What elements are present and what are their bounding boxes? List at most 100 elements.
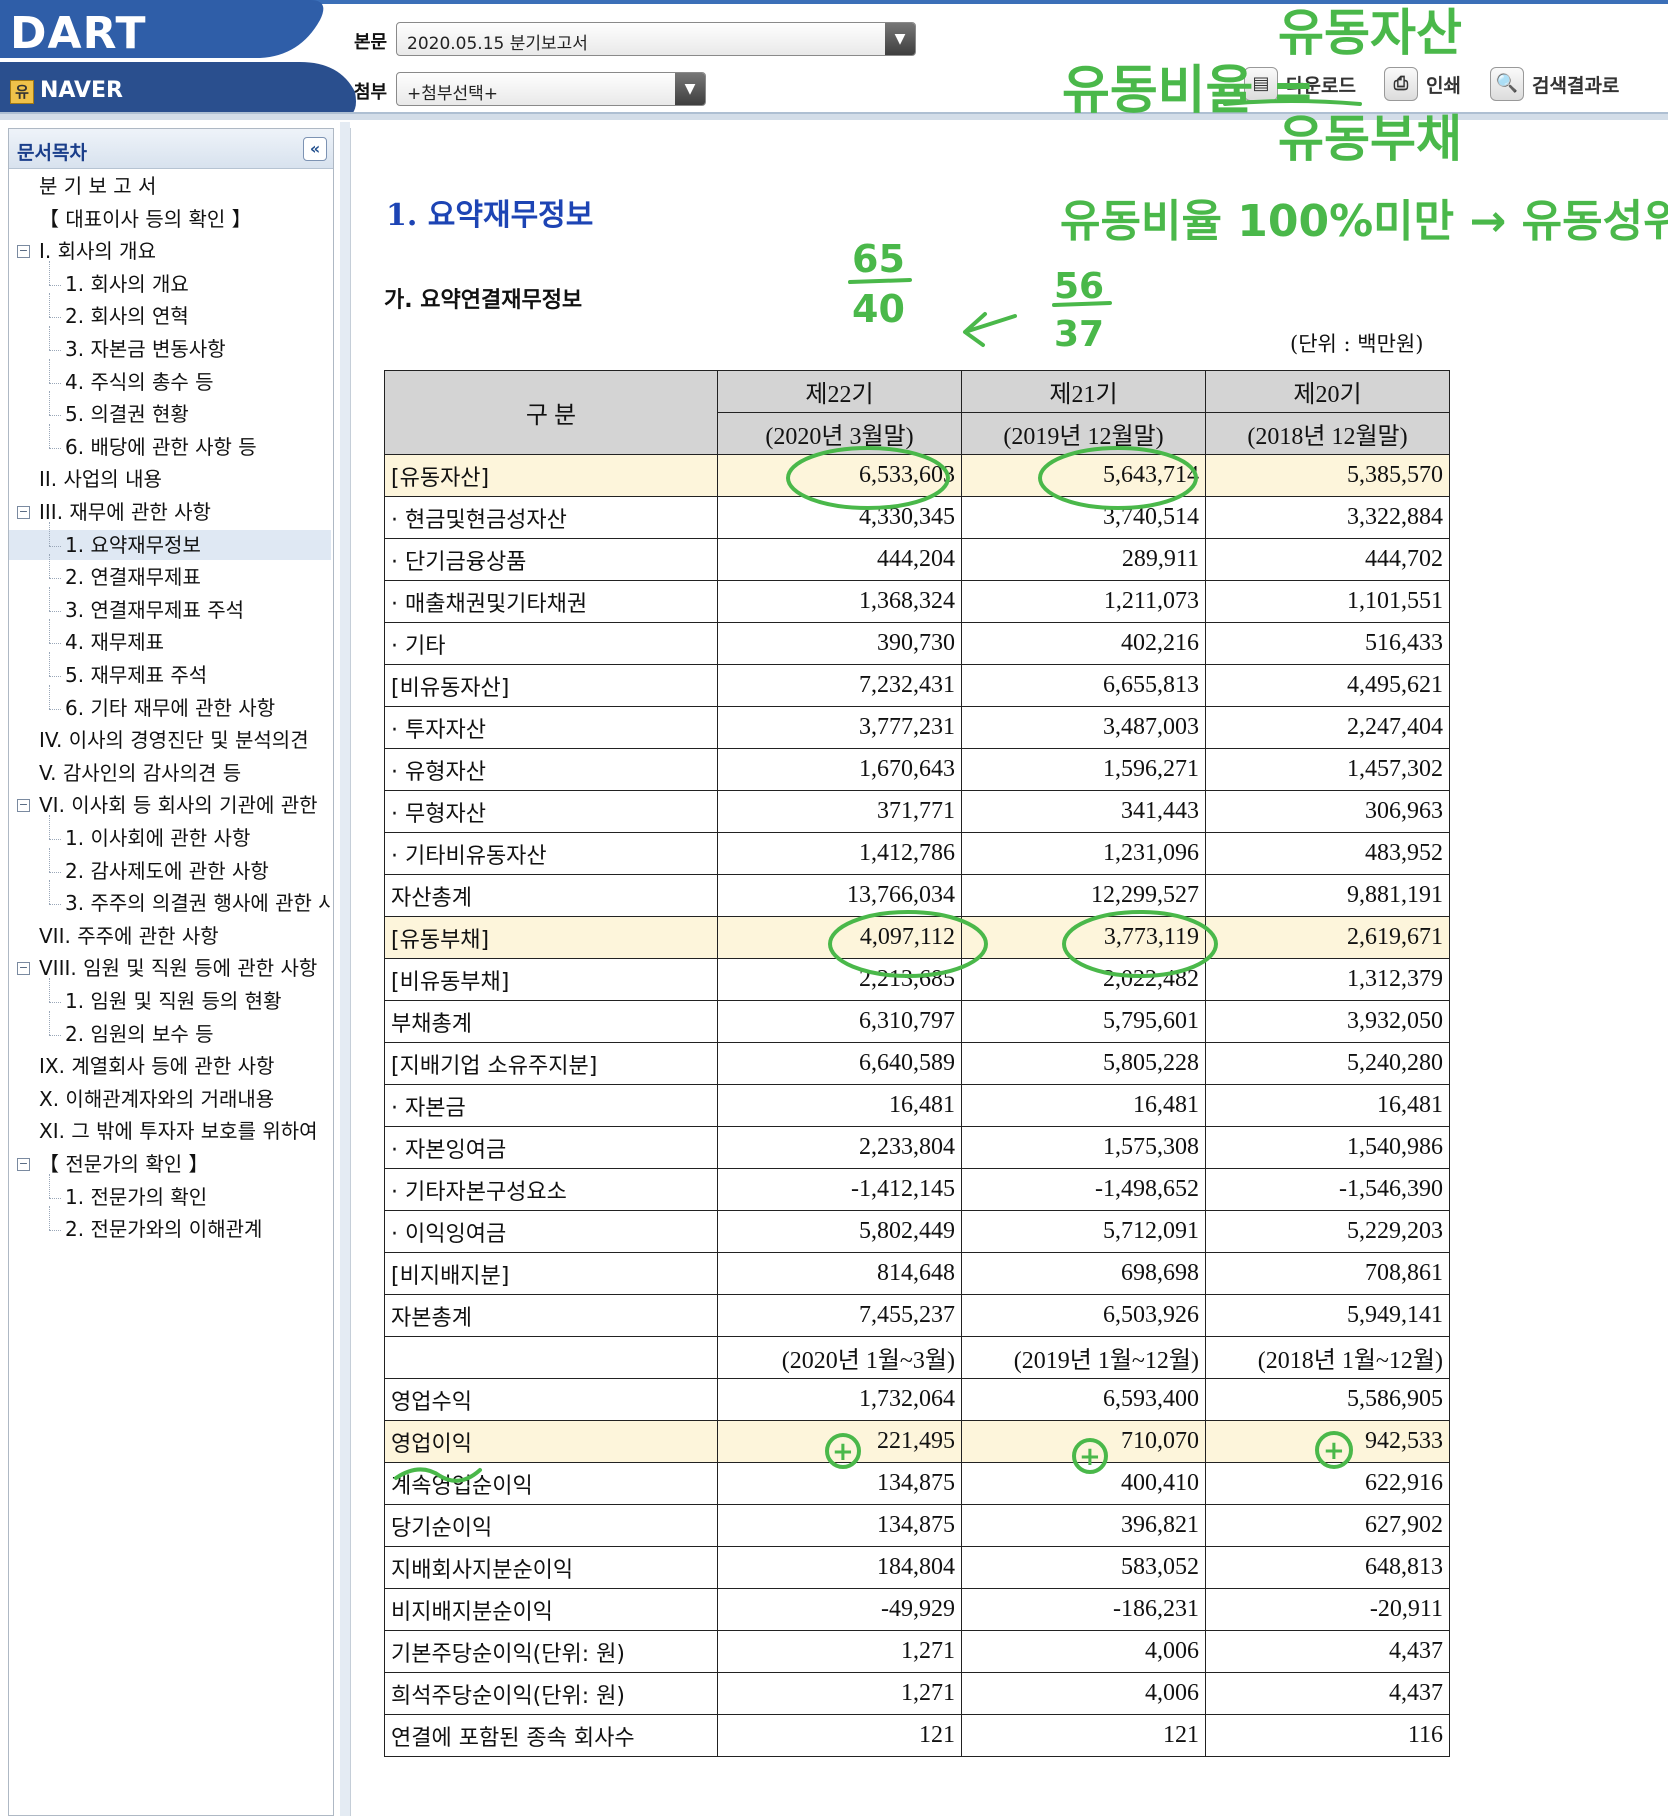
row-label: 지배회사지분순이익 <box>384 1546 718 1589</box>
toc-item[interactable]: I. 회사의 개요 <box>9 236 331 266</box>
toc-item[interactable]: 4. 재무제표 <box>9 627 331 657</box>
toc-item[interactable]: X. 이해관계자와의 거래내용 <box>9 1084 331 1114</box>
toc-item[interactable]: II. 사업의 내용 <box>9 464 331 494</box>
toc-item[interactable]: 3. 연결재무제표 주석 <box>9 595 331 625</box>
tree-connector <box>49 554 50 579</box>
toc-item-label: X. 이해관계자와의 거래내용 <box>39 1086 275 1111</box>
tree-connector <box>49 978 50 1002</box>
toc-item[interactable]: 【 대표이사 등의 확인 】 <box>9 204 331 234</box>
print-button[interactable]: ⎙ 인쇄 <box>1384 66 1461 102</box>
page-title: 1. 요약재무정보 <box>386 198 594 233</box>
tree-connector <box>49 1206 50 1231</box>
chevron-down-icon[interactable]: ▼ <box>885 23 915 55</box>
cell-value: 6,310,797 <box>717 1000 962 1043</box>
cell-value: 698,698 <box>961 1252 1206 1295</box>
toc-item[interactable]: 분 기 보 고 서 <box>9 171 331 201</box>
cell-value: 583,052 <box>961 1546 1206 1589</box>
collapse-node-icon[interactable]: − <box>17 245 30 259</box>
toc-item[interactable]: 3. 자본금 변동사항 <box>9 334 331 364</box>
row-label: · 단기금융상품 <box>384 538 718 581</box>
report-select[interactable]: 2020.05.15 분기보고서 ▼ <box>396 22 916 56</box>
toc-item-label: VI. 이사회 등 회사의 기관에 관한 <box>39 793 318 818</box>
toc-item[interactable]: IX. 계열회사 등에 관한 사항 <box>9 1051 331 1081</box>
table-header-row: 구 분 제22기 제21기 제20기 <box>384 370 1450 455</box>
toc-item-label: 【 대표이사 등의 확인 】 <box>39 206 252 231</box>
tree-connector <box>49 684 50 709</box>
toc-item[interactable]: VII. 주주에 관한 사항 <box>9 921 331 951</box>
toc-item[interactable]: 1. 이사회에 관한 사항 <box>9 823 331 853</box>
toc-item[interactable]: III. 재무에 관한 사항 <box>9 497 331 527</box>
row-label: 희석주당순이익(단위: 원) <box>384 1672 718 1715</box>
toc-item[interactable]: 2. 회사의 연혁 <box>9 301 331 331</box>
toc-item-label: 2. 연결재무제표 <box>65 565 201 590</box>
row-label: 영업수익 <box>384 1378 718 1421</box>
print-icon: ⎙ <box>1384 67 1418 101</box>
cell-value: 134,875 <box>717 1462 962 1505</box>
cell-value: 400,410 <box>961 1462 1206 1505</box>
toc-item[interactable]: VI. 이사회 등 회사의 기관에 관한 <box>9 790 331 820</box>
cell-value: 5,229,203 <box>1205 1210 1450 1253</box>
attachment-select[interactable]: +첨부선택+ ▼ <box>396 72 706 106</box>
toc-item[interactable]: 1. 전문가의 확인 <box>9 1182 331 1212</box>
tree-connector <box>49 284 61 286</box>
toc-item[interactable]: 3. 주주의 의결권 행사에 관한 사항 <box>9 888 331 918</box>
toc-item[interactable]: VIII. 임원 및 직원 등에 관한 사항 <box>9 953 331 983</box>
toc-item[interactable]: 6. 배당에 관한 사항 등 <box>9 432 331 462</box>
cell-value: 396,821 <box>961 1504 1206 1547</box>
collapse-node-icon[interactable]: − <box>17 962 30 976</box>
toc-item[interactable]: 1. 회사의 개요 <box>9 269 331 299</box>
row-label: · 기타비유동자산 <box>384 832 718 875</box>
toc-item[interactable]: 5. 의결권 현황 <box>9 399 331 429</box>
toc-item-label: 1. 이사회에 관한 사항 <box>65 826 251 850</box>
toc-item[interactable]: 1. 임원 및 직원 등의 현황 <box>9 986 331 1016</box>
toc-item[interactable]: IV. 이사의 경영진단 및 분석의견 <box>9 725 331 755</box>
toc-item[interactable]: 2. 연결재무제표 <box>9 562 331 592</box>
cell-value: 4,006 <box>961 1630 1206 1673</box>
toc-item[interactable]: 1. 요약재무정보 <box>9 529 331 560</box>
tree-connector <box>49 871 61 873</box>
toc-item[interactable]: 5. 재무제표 주석 <box>9 660 331 690</box>
tree-connector <box>49 619 50 644</box>
cell-value: 1,312,379 <box>1205 958 1450 1001</box>
collapse-node-icon[interactable]: − <box>17 799 30 813</box>
table-row: · 이익잉여금 5,802,449 5,712,091 5,229,203 <box>384 1210 1450 1253</box>
table-row: · 현금및현금성자산 4,330,345 3,740,514 3,322,884 <box>384 496 1450 539</box>
toc-item[interactable]: V. 감사인의 감사의견 등 <box>9 758 331 788</box>
tree-connector <box>49 1010 50 1035</box>
collapse-node-icon[interactable]: − <box>17 506 30 519</box>
toc-item-label: IV. 이사의 경영진단 및 분석의견 <box>39 728 309 753</box>
cell-value: 1,412,786 <box>717 832 962 875</box>
app-header: DART 유 NAVER 본문 2020.05.15 분기보고서 ▼ 첨부 +첨… <box>0 0 1668 122</box>
blank-cell <box>384 1336 718 1379</box>
collapse-sidebar-button[interactable]: « <box>303 137 327 161</box>
cell-value: 2,022,482 <box>961 958 1206 1001</box>
dart-logo[interactable]: DART <box>10 8 147 59</box>
download-button[interactable]: ▤ 다운로드 <box>1244 66 1356 102</box>
toc-item[interactable]: 2. 전문가와의 이해관계 <box>9 1214 331 1244</box>
collapse-node-icon[interactable]: − <box>17 1158 30 1171</box>
search-results-button[interactable]: 🔍 검색결과로 <box>1490 66 1619 102</box>
tree-connector <box>49 847 50 872</box>
toc-item[interactable]: 6. 기타 재무에 관한 사항 <box>9 693 331 723</box>
panel-divider[interactable] <box>340 122 350 1816</box>
cell-value: 16,481 <box>961 1084 1206 1127</box>
toc-item[interactable]: 4. 주식의 총수 등 <box>9 367 331 397</box>
row-label: 계속영업순이익 <box>384 1462 718 1505</box>
toc-item[interactable]: 【 전문가의 확인 】 <box>9 1149 331 1179</box>
table-row: · 단기금융상품 444,204 289,911 444,702 <box>384 538 1450 581</box>
tree-connector <box>49 391 50 416</box>
cell-value: 3,487,003 <box>961 706 1206 749</box>
table-row: [비유동부채] 2,213,685 2,022,482 1,312,379 <box>384 958 1450 1001</box>
cell-value: 13,766,034 <box>717 874 962 917</box>
row-label: [유동자산] <box>384 454 718 497</box>
chevron-down-icon[interactable]: ▼ <box>675 73 705 105</box>
toc-item[interactable]: XI. 그 밖에 투자자 보호를 위하여 <box>9 1116 331 1146</box>
corner-header: 구 분 <box>384 370 718 455</box>
toc-item-label: 2. 임원의 보수 등 <box>65 1021 214 1046</box>
row-label: · 기타 <box>384 622 718 665</box>
cell-value: 16,481 <box>1205 1084 1450 1127</box>
toc-item[interactable]: 2. 임원의 보수 등 <box>9 1019 331 1049</box>
toc-item[interactable]: 2. 감사제도에 관한 사항 <box>9 856 331 886</box>
naver-link[interactable]: NAVER <box>40 78 123 103</box>
table-row: 비지배지분순이익 -49,929 -186,231 -20,911 <box>384 1588 1450 1631</box>
